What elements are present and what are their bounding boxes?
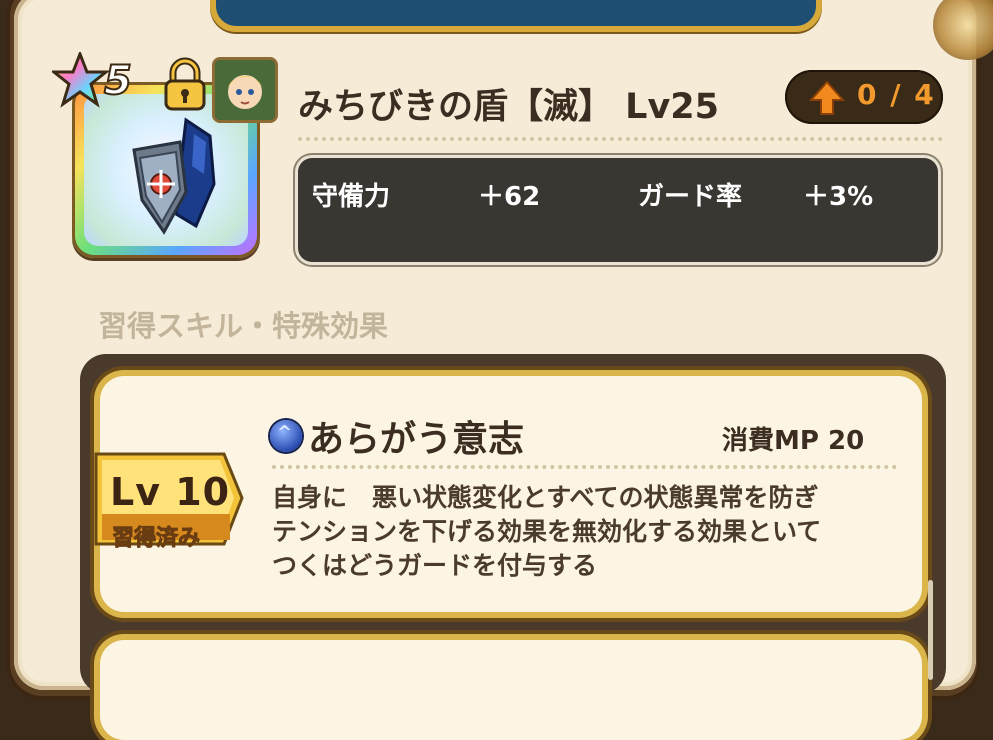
- upgrade-counter[interactable]: 0 / 4: [785, 70, 943, 124]
- upgrade-count: 0 / 4: [857, 78, 936, 111]
- skill-desc-line: 自身に 悪い状態変化とすべての状態異常を防ぎ: [272, 483, 819, 512]
- section-title: 習得スキル・特殊効果: [98, 309, 389, 343]
- skill-desc-line: つくはどうガードを付与する: [272, 551, 598, 580]
- stat-defense-label: 守備力: [312, 182, 391, 212]
- skill-learned-label: 習得済み: [111, 526, 201, 552]
- skill-name: あらがう意志: [308, 419, 525, 460]
- skill-description: 自身に 悪い状態変化とすべての状態異常を防ぎ テンションを下げる効果を無効化する…: [272, 481, 912, 583]
- skill-card-next[interactable]: [100, 640, 922, 740]
- stat-box: 守備力 ＋62 ガード率 ＋3%: [298, 158, 938, 262]
- character-portrait-icon[interactable]: [212, 57, 278, 123]
- skill-mp-cost: 消費MP 20: [722, 426, 865, 456]
- skill-level: Lv 10: [110, 470, 231, 514]
- scrollbar[interactable]: [928, 580, 933, 680]
- stat-guard-label: ガード率: [638, 182, 743, 212]
- skill-divider: [272, 465, 897, 469]
- lock-icon[interactable]: [163, 57, 207, 113]
- shield-icon: [132, 117, 216, 235]
- arrow-up-icon: [809, 80, 845, 115]
- stat-guard-value: ＋3%: [803, 182, 874, 212]
- stat-defense-value: ＋62: [478, 182, 541, 212]
- skill-desc-line: テンションを下げる効果を無効化する効果といて: [272, 517, 822, 546]
- item-name: みちびきの盾【滅】 Lv25: [298, 87, 720, 127]
- title-banner: [210, 0, 822, 32]
- skill-type-icon: ^: [270, 420, 302, 452]
- rarity-number: 5: [103, 57, 133, 105]
- divider: [298, 137, 943, 141]
